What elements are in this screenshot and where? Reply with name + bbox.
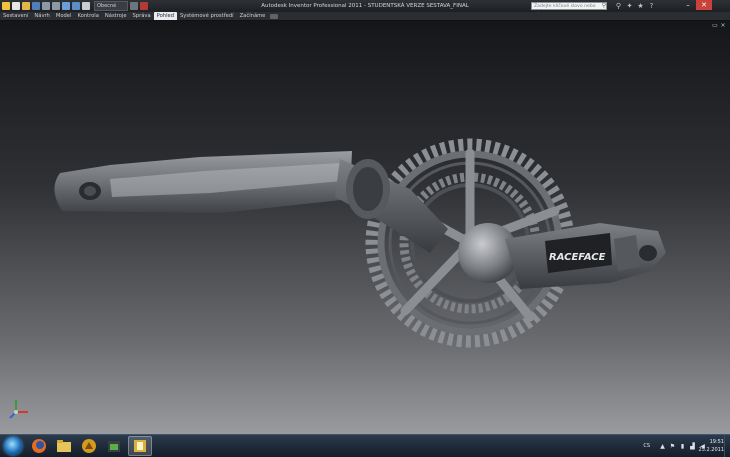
binoculars-icon[interactable]: ⚲ (600, 2, 608, 10)
tab-zaciname[interactable]: Začínáme (237, 12, 269, 20)
crank-hub (458, 223, 518, 283)
restore-icon[interactable]: ▭ (712, 23, 718, 29)
right-crank-arm: RACEFACE (505, 223, 666, 289)
open-icon[interactable] (22, 2, 30, 10)
app-green-icon[interactable] (103, 437, 125, 455)
graphics-viewport[interactable]: ▭ × RACEFACE (0, 21, 730, 434)
language-indicator[interactable]: CS (643, 443, 650, 449)
explorer-icon[interactable] (53, 437, 75, 455)
clock-time: 19:51 (709, 439, 724, 445)
star-icon[interactable]: ★ (636, 2, 645, 11)
ribbon-tab-bar: Sestavení Návrh Model Kontrola Nástroje … (0, 12, 730, 21)
select-icon[interactable] (130, 2, 138, 10)
close-button[interactable]: ✕ (696, 0, 712, 10)
undo-icon[interactable] (42, 2, 50, 10)
tab-sprava[interactable]: Správa (130, 12, 154, 20)
appearance-icon[interactable] (140, 2, 148, 10)
inventor-icon[interactable] (128, 436, 152, 456)
tab-systemove-prostredi[interactable]: Systémové prostředí (177, 12, 237, 20)
left-crank-arm (54, 151, 352, 213)
search-input[interactable]: Zadejte klíčové slovo nebo výraz (531, 2, 607, 17)
tab-kontrola[interactable]: Kontrola (74, 12, 101, 20)
return-icon[interactable] (72, 2, 80, 10)
title-bar: Obecné Autodesk Inventor Professional 20… (0, 0, 730, 17)
flag-icon[interactable]: ⚑ (669, 443, 676, 450)
clock[interactable]: 19:51 25.2.2011 (688, 438, 724, 454)
show-desktop-button[interactable] (724, 435, 730, 457)
tab-sestaveni[interactable]: Sestavení (0, 12, 31, 20)
close-document-icon[interactable]: × (720, 23, 726, 29)
home-icon[interactable] (62, 2, 70, 10)
window-controls: – ✕ (680, 0, 712, 10)
search-icon[interactable]: ⚲ (614, 2, 623, 11)
raceface-logo: RACEFACE (549, 252, 606, 263)
clock-date: 25.2.2011 (698, 447, 724, 453)
project-combo[interactable]: Obecné (94, 1, 128, 11)
minimize-button[interactable]: – (680, 0, 696, 10)
tab-model[interactable]: Model (53, 12, 75, 20)
update-icon[interactable] (82, 2, 90, 10)
firefox-icon[interactable] (28, 437, 50, 455)
tab-navrh[interactable]: Návrh (31, 12, 52, 20)
start-button[interactable] (4, 437, 22, 455)
windows-taskbar: CS ▲ ⚑ ▮ ▟ ◀ 19:51 25.2.2011 (0, 434, 730, 457)
show-hidden-icons-icon[interactable]: ▲ (659, 443, 666, 450)
save-icon[interactable] (32, 2, 40, 10)
viewport-controls: ▭ × (712, 23, 726, 29)
help-tools: ⚲ ✦ ★ ? (612, 1, 656, 11)
redo-icon[interactable] (52, 2, 60, 10)
help-icon[interactable]: ? (647, 2, 656, 11)
subscription-icon[interactable]: ✦ (625, 2, 634, 11)
inventor-logo-icon[interactable] (2, 2, 10, 10)
battery-icon[interactable]: ▮ (679, 443, 686, 450)
quick-access-toolbar: Obecné (0, 0, 148, 12)
view-triad-icon (9, 400, 28, 419)
ribbon-minimize-icon[interactable] (270, 13, 279, 19)
app-icon[interactable] (78, 437, 100, 455)
tab-nastroje[interactable]: Nástroje (102, 12, 130, 20)
new-icon[interactable] (12, 2, 20, 10)
tab-pohled[interactable]: Pohled (153, 12, 178, 20)
crankset-model: RACEFACE (54, 138, 666, 348)
